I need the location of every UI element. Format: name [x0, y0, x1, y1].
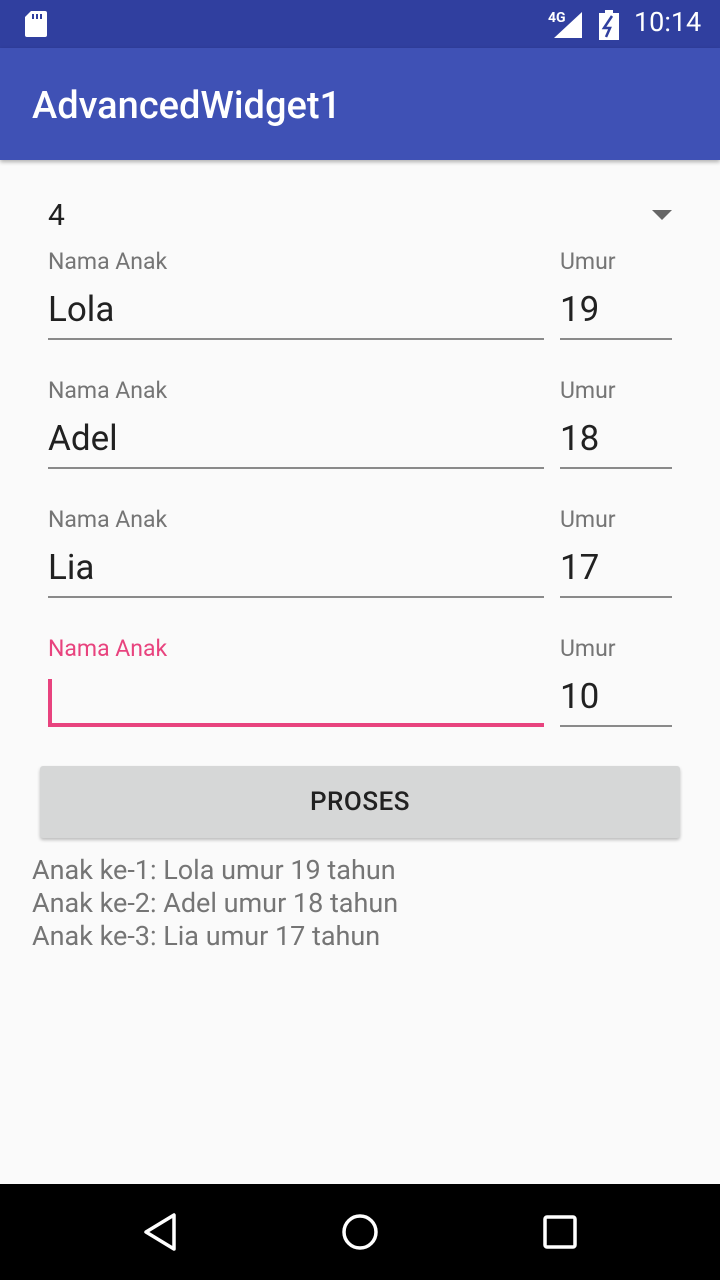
navigation-bar [0, 1184, 720, 1280]
app-title: AdvancedWidget1 [32, 84, 342, 128]
child-row-2: Nama Anak Umur [48, 377, 672, 495]
age-label: Umur [560, 377, 616, 404]
recents-button[interactable] [500, 1184, 620, 1280]
age-label: Umur [560, 635, 616, 662]
child-row-1: Nama Anak Umur [48, 248, 672, 366]
result-line: Anak ke-1: Lola umur 19 tahun [32, 854, 396, 886]
name-label: Nama Anak [48, 506, 168, 533]
child-name-input[interactable] [48, 409, 544, 469]
status-bar: 4G 10:14 [0, 0, 720, 48]
recents-icon [543, 1215, 577, 1249]
child-name-input[interactable] [48, 667, 544, 727]
result-line: Anak ke-2: Adel umur 18 tahun [32, 887, 399, 919]
age-label: Umur [560, 248, 616, 275]
clock: 10:14 [634, 6, 702, 38]
spinner-value: 4 [48, 198, 65, 233]
app-bar: AdvancedWidget1 [0, 48, 720, 160]
battery-icon [599, 10, 619, 40]
home-icon [342, 1214, 378, 1250]
age-label: Umur [560, 506, 616, 533]
child-row-3: Nama Anak Umur [48, 506, 672, 624]
sd-card-icon [25, 11, 47, 37]
result-line: Anak ke-3: Lia umur 17 tahun [32, 920, 381, 952]
child-name-input[interactable] [48, 280, 544, 340]
dropdown-arrow-icon [652, 210, 672, 220]
name-label: Nama Anak [48, 248, 168, 275]
process-button[interactable]: PROSES [40, 766, 680, 838]
back-icon [144, 1213, 176, 1251]
name-label: Nama Anak [48, 377, 168, 404]
name-label: Nama Anak [48, 635, 168, 662]
child-age-input[interactable] [560, 667, 672, 727]
signal-icon [554, 12, 582, 38]
child-name-input[interactable] [48, 538, 544, 598]
results-text: Anak ke-1: Lola umur 19 tahun Anak ke-2:… [32, 854, 692, 953]
child-age-input[interactable] [560, 538, 672, 598]
count-spinner[interactable]: 4 [32, 188, 688, 244]
back-button[interactable] [100, 1184, 220, 1280]
child-row-4: Nama Anak Umur [48, 635, 672, 753]
text-cursor [48, 679, 52, 727]
child-age-input[interactable] [560, 409, 672, 469]
home-button[interactable] [300, 1184, 420, 1280]
child-age-input[interactable] [560, 280, 672, 340]
